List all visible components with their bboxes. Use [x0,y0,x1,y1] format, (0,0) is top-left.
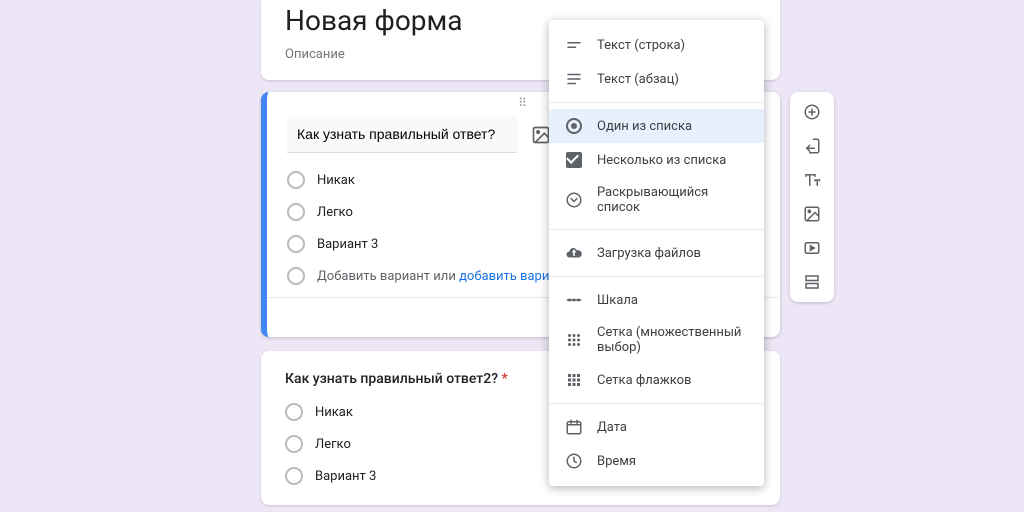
type-option-label: Загрузка файлов [597,246,701,261]
paragraph-icon [565,70,583,88]
text-icon [803,171,821,189]
toolbar-add-image[interactable] [798,200,826,228]
type-option-label: Текст (абзац) [597,72,679,87]
video-icon [803,239,821,257]
toolbar-add-title[interactable] [798,166,826,194]
question-type-menu: Текст (строка) Текст (абзац) Один из списк… [549,20,764,486]
grid-check-icon [565,371,583,389]
plus-circle-icon [803,103,821,121]
toolbar-add-question[interactable] [798,98,826,126]
radio-icon [287,171,305,189]
grid-radio-icon [565,331,583,349]
type-option-label: Дата [597,420,627,435]
add-image-icon[interactable] [531,125,551,145]
option-label[interactable]: Легко [317,205,353,220]
or-text: или [433,269,456,284]
type-option-label: Время [597,454,636,469]
radio-icon [287,235,305,253]
type-option-radio[interactable]: Один из списка [549,109,764,143]
option-label: Легко [315,437,351,452]
dropdown-icon [565,191,583,209]
radio-icon [287,267,305,285]
type-option-label: Один из списка [597,119,692,134]
type-option-scale[interactable]: Шкала [549,283,764,317]
type-option-cgrid[interactable]: Сетка флажков [549,363,764,397]
toolbar-add-section[interactable] [798,268,826,296]
radio-icon [285,403,303,421]
short-text-icon [565,36,583,54]
type-option-date[interactable]: Дата [549,410,764,444]
type-option-paragraph[interactable]: Текст (абзац) [549,62,764,96]
option-label: Никак [315,405,353,420]
radio-icon [285,435,303,453]
scale-icon [565,291,583,309]
type-option-label: Раскрывающийся список [597,185,748,215]
required-star-icon: * [502,371,508,387]
radio-icon [287,203,305,221]
time-icon [565,452,583,470]
option-label[interactable]: Вариант 3 [317,237,378,252]
type-option-checkbox[interactable]: Несколько из списка [549,143,764,177]
type-option-time[interactable]: Время [549,444,764,478]
question-title-input[interactable] [287,116,517,153]
option-label: Вариант 3 [315,469,376,484]
toolbar-add-video[interactable] [798,234,826,262]
image-icon [803,205,821,223]
type-option-upload[interactable]: Загрузка файлов [549,236,764,270]
type-option-label: Сетка флажков [597,373,692,388]
upload-icon [565,244,583,262]
option-label[interactable]: Никак [317,173,355,188]
type-option-label: Текст (строка) [597,38,685,53]
menu-separator [549,229,764,230]
menu-separator [549,102,764,103]
section-icon [803,273,821,291]
type-option-short[interactable]: Текст (строка) [549,28,764,62]
menu-separator [549,403,764,404]
type-option-mgrid[interactable]: Сетка (множественный выбор) [549,317,764,363]
side-toolbar [790,92,834,302]
date-icon [565,418,583,436]
import-icon [803,137,821,155]
type-option-label: Несколько из списка [597,153,726,168]
type-option-label: Сетка (множественный выбор) [597,325,748,355]
checkbox-icon [565,151,583,169]
menu-separator [549,276,764,277]
radio-icon [565,117,583,135]
radio-icon [285,467,303,485]
add-option-text[interactable]: Добавить вариант [317,269,430,284]
toolbar-import[interactable] [798,132,826,160]
type-option-label: Шкала [597,293,638,308]
type-option-dropdown[interactable]: Раскрывающийся список [549,177,764,223]
